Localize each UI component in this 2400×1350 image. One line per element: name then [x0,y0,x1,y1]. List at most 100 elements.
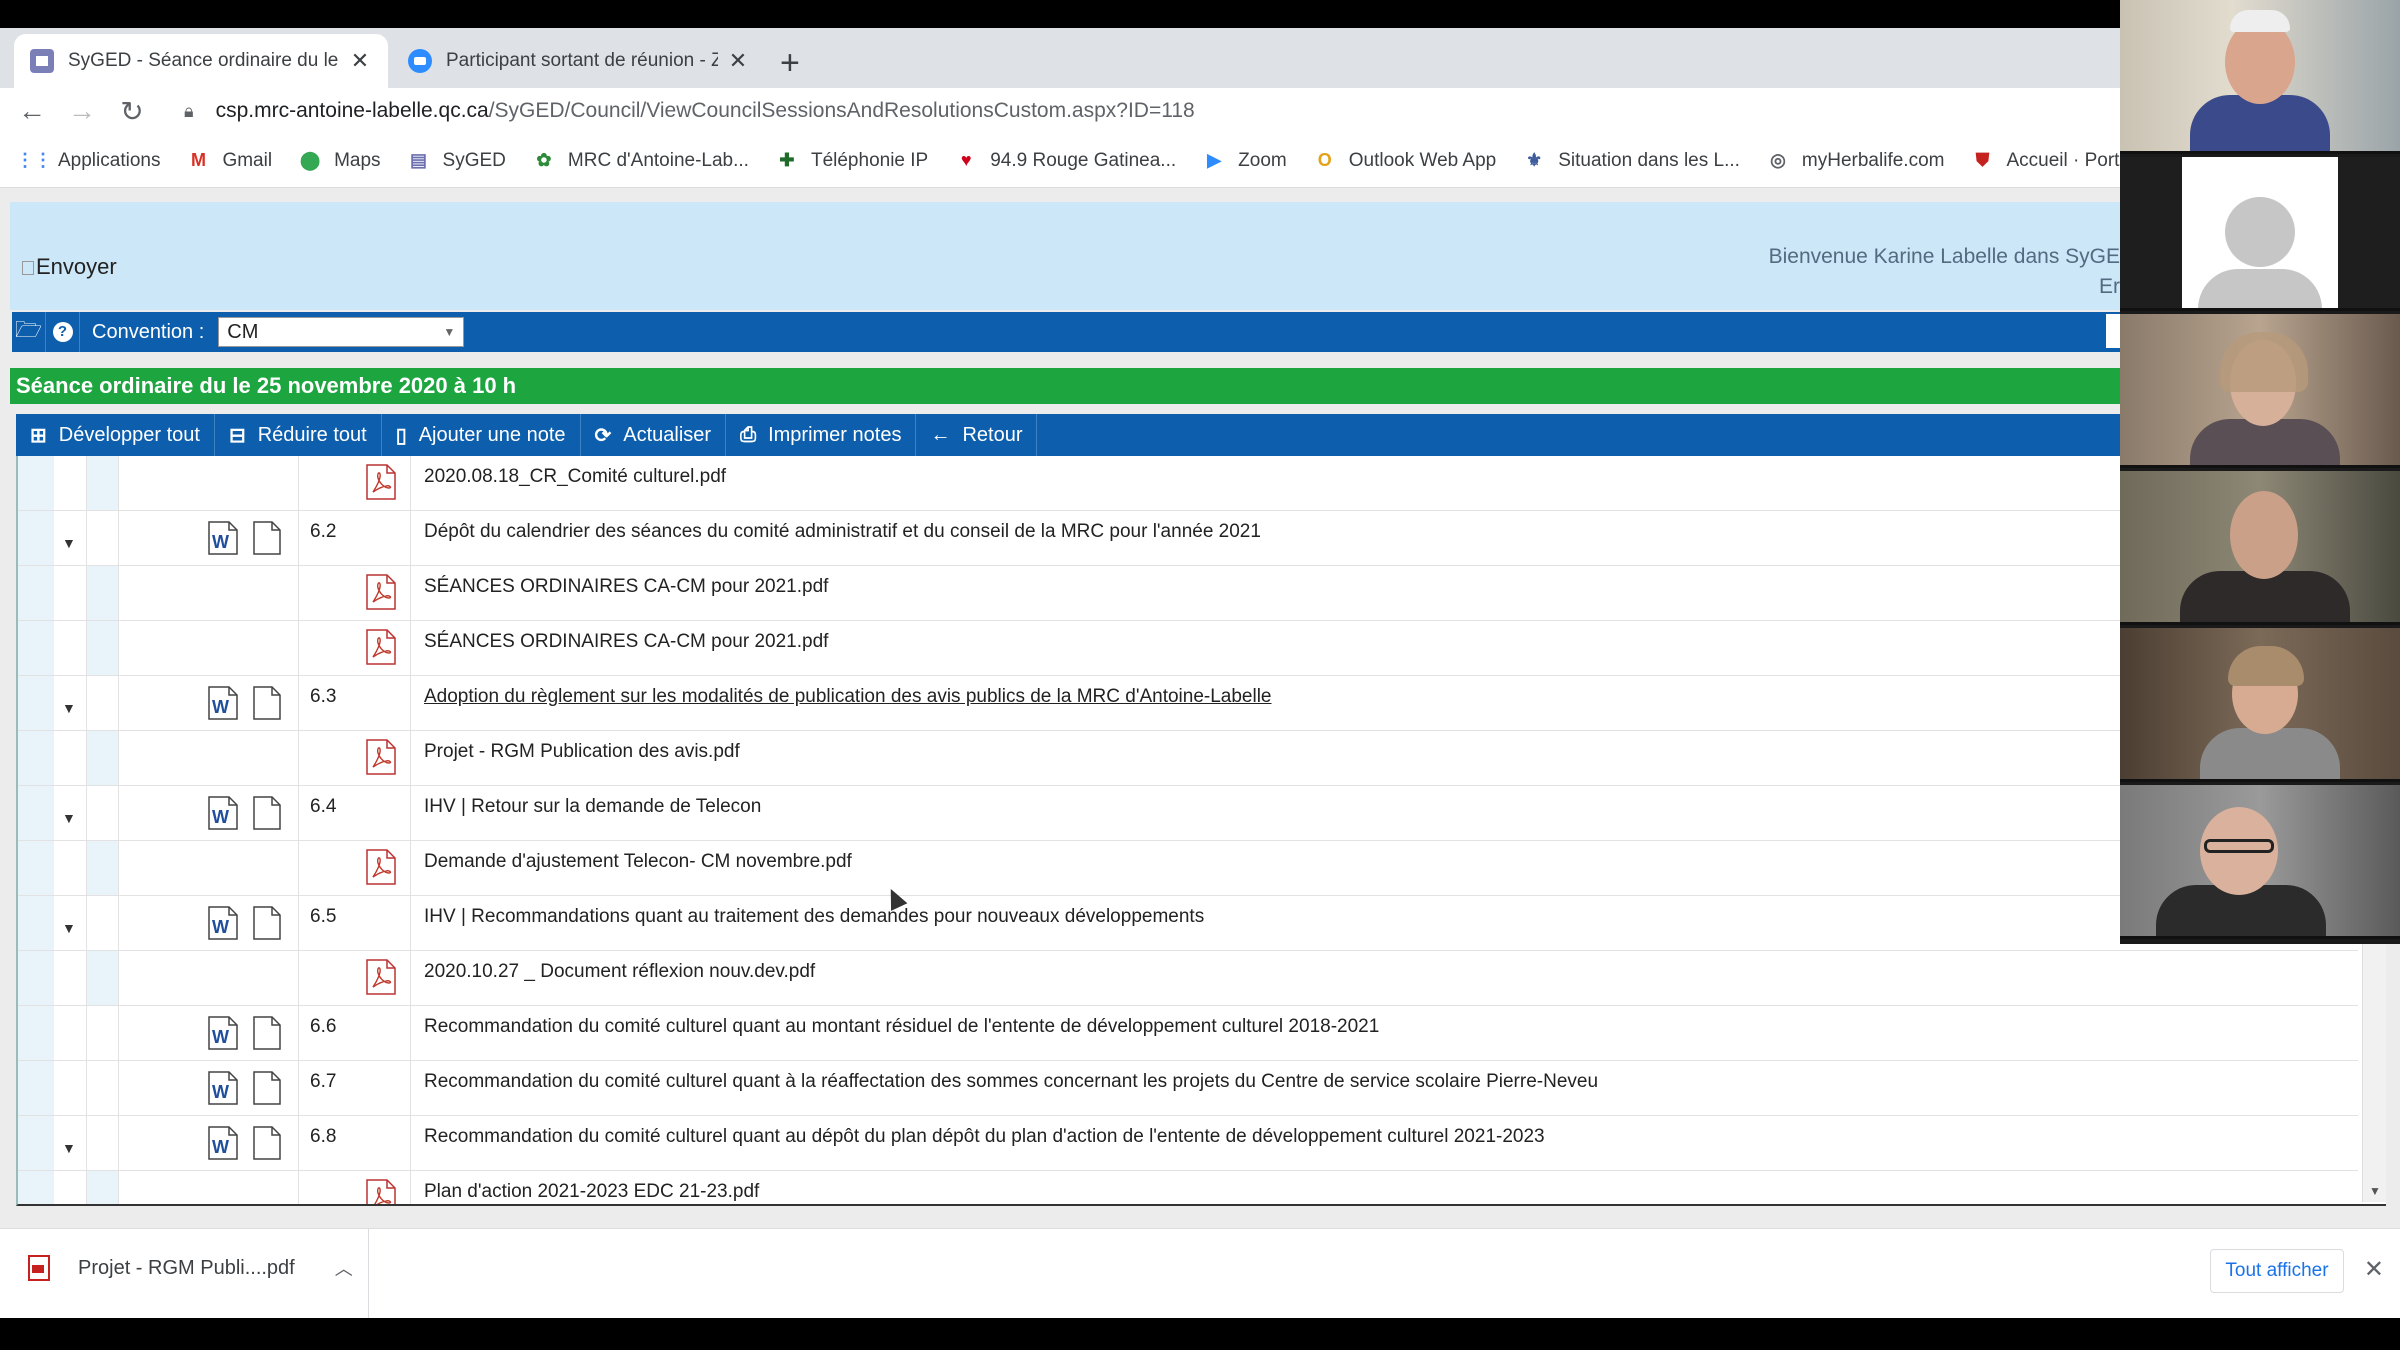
pdf-file-icon[interactable] [366,574,396,610]
video-tile[interactable] [2120,785,2400,939]
close-icon[interactable]: ✕ [2364,1255,2384,1284]
attachment-row[interactable]: SÉANCES ORDINAIRES CA-CM pour 2021.pdf [18,566,2358,621]
bookmark-item[interactable]: ♥ 94.9 Rouge Gatinea... [954,149,1176,173]
word-document-icon[interactable]: W [208,1016,238,1050]
item-title[interactable]: Adoption du règlement sur les modalités … [424,686,1272,708]
action-button[interactable]: ⊞ Développer tout [16,414,215,456]
expand-caret-icon[interactable]: ▼ [62,535,76,551]
attachment-filename[interactable]: Plan d'action 2021-2023 EDC 21-23.pdf [424,1181,759,1203]
blank-document-icon[interactable] [253,521,281,555]
bookmark-item[interactable]: ▤ SyGED [407,149,506,173]
tab-syged[interactable]: SyGED - Séance ordinaire du le 2 ✕ [14,34,388,88]
action-button[interactable]: ⎙ Imprimer notes [726,414,917,456]
pdf-file-icon[interactable] [366,1179,396,1204]
chevron-up-icon[interactable]: ︿ [335,1255,353,1281]
attachment-row[interactable]: Demande d'ajustement Telecon- CM novembr… [18,841,2358,896]
action-button[interactable]: ⟳ Actualiser [581,414,727,456]
blank-document-icon[interactable] [253,686,281,720]
svg-text:W: W [212,807,229,827]
blank-document-icon[interactable] [253,1016,281,1050]
reload-icon[interactable]: ↻ [114,95,150,128]
forward-arrow-icon[interactable]: → [64,95,100,127]
row-gutter [18,896,54,950]
show-all-button[interactable]: Tout afficher [2210,1249,2344,1293]
agenda-item-row[interactable]: ▼ W 6.3 Adoption du règlement sur les modal… [18,676,2358,731]
word-document-icon[interactable]: W [208,1126,238,1160]
word-document-icon[interactable]: W [208,521,238,555]
attachment-row[interactable]: Projet - RGM Publication des avis.pdf [18,731,2358,786]
video-tile[interactable] [2120,0,2400,154]
expand-caret-icon[interactable]: ▼ [62,1140,76,1156]
attachment-row[interactable]: Plan d'action 2021-2023 EDC 21-23.pdf [18,1171,2358,1204]
bookmark-item[interactable]: ◎ myHerbalife.com [1766,149,1944,173]
pdf-file-icon[interactable] [366,739,396,775]
video-tile[interactable] [2120,314,2400,468]
screen-border [0,1318,2400,1350]
attachment-filename[interactable]: SÉANCES ORDINAIRES CA-CM pour 2021.pdf [424,631,828,653]
bookmark-item[interactable]: ✚ Téléphonie IP [775,149,928,173]
action-button[interactable]: ⊟ Réduire tout [215,414,382,456]
attachment-filename[interactable]: Projet - RGM Publication des avis.pdf [424,741,740,763]
word-document-icon[interactable]: W [208,686,238,720]
close-icon[interactable]: ✕ [726,48,750,74]
cell-divider [118,511,119,565]
action-button[interactable]: ▯ Ajouter une note [382,414,581,456]
agenda-item-row[interactable]: W 6.6 Recommandation du comité culturel qu… [18,1006,2358,1061]
address-bar[interactable]: csp.mrc-antoine-labelle.qc.ca/SyGED/Coun… [216,99,1195,123]
back-arrow-icon[interactable]: ← [14,95,50,127]
folder-open-icon[interactable]: 🗁︎ [12,312,46,352]
pdf-file-icon[interactable] [366,959,396,995]
blank-document-icon[interactable] [253,1126,281,1160]
agenda-item-row[interactable]: ▼ W 6.5 IHV | Recommandations quant au trai… [18,896,2358,951]
word-document-icon[interactable]: W [208,796,238,830]
agenda-item-row[interactable]: ▼ W 6.2 Dépôt du calendrier des séances du … [18,511,2358,566]
row-gutter [18,1061,54,1115]
bookmark-item[interactable]: ⛊ Accueil · Portail [1970,149,2139,173]
attachment-row[interactable]: 2020.10.27 _ Document réflexion nouv.dev… [18,951,2358,1006]
row-gutter [18,676,54,730]
svg-text:W: W [212,532,229,552]
bookmark-item[interactable]: ▶ Zoom [1202,149,1287,173]
tab-zoom[interactable]: Participant sortant de réunion - Z ✕ [392,34,766,88]
expand-caret-icon[interactable]: ▼ [62,700,76,716]
action-button[interactable]: ← Retour [916,414,1038,456]
agenda-item-row[interactable]: W 6.7 Recommandation du comité culturel qu… [18,1061,2358,1116]
bookmark-item[interactable]: ⚜ Situation dans les L... [1522,149,1740,173]
expand-caret-icon[interactable]: ▼ [62,920,76,936]
convention-select[interactable]: CM ▼ [218,317,465,347]
new-tab-icon[interactable]: + [780,46,800,80]
attachment-filename[interactable]: SÉANCES ORDINAIRES CA-CM pour 2021.pdf [424,576,828,598]
help-icon[interactable]: ? [46,312,80,352]
word-document-icon[interactable]: W [208,906,238,940]
word-document-icon[interactable]: W [208,1071,238,1105]
close-icon[interactable]: ✕ [348,48,372,74]
video-tile[interactable] [2120,471,2400,625]
video-tile[interactable] [2120,157,2400,311]
bookmark-item[interactable]: O Outlook Web App [1313,149,1497,173]
attachment-row[interactable]: SÉANCES ORDINAIRES CA-CM pour 2021.pdf [18,621,2358,676]
bookmark-item[interactable]: ⬤ Maps [298,149,381,173]
blank-document-icon[interactable] [253,1071,281,1105]
agenda-item-row[interactable]: ▼ W 6.8 Recommandation du comité culturel q… [18,1116,2358,1171]
scroll-down-icon[interactable]: ▼ [2369,1184,2381,1198]
blank-document-icon[interactable] [253,906,281,940]
pdf-file-icon[interactable] [366,464,396,500]
blank-document-icon[interactable] [253,796,281,830]
agenda-item-row[interactable]: ▼ W 6.4 IHV | Retour sur la demande de Tele… [18,786,2358,841]
expand-caret-icon[interactable]: ▼ [62,810,76,826]
pdf-file-icon[interactable] [366,629,396,665]
bookmark-item[interactable]: ✿ MRC d'Antoine-Lab... [532,149,749,173]
attachment-row[interactable]: 2020.08.18_CR_Comité culturel.pdf [18,456,2358,511]
attachment-filename[interactable]: Demande d'ajustement Telecon- CM novembr… [424,851,852,873]
bookmark-item[interactable]: ⋮⋮ Applications [16,149,160,173]
bookmark-label: Gmail [222,149,273,171]
bookmark-item[interactable]: M Gmail [186,149,272,173]
video-tile[interactable] [2120,628,2400,782]
row-indent [86,731,118,785]
attachment-filename[interactable]: 2020.08.18_CR_Comité culturel.pdf [424,466,726,488]
refresh-icon: ⟳ [594,424,612,447]
download-item[interactable]: Projet - RGM Publi....pdf ︿ [28,1255,353,1281]
attachment-filename[interactable]: 2020.10.27 _ Document réflexion nouv.dev… [424,961,815,983]
bookmark-label: SyGED [442,149,506,171]
pdf-file-icon[interactable] [366,849,396,885]
